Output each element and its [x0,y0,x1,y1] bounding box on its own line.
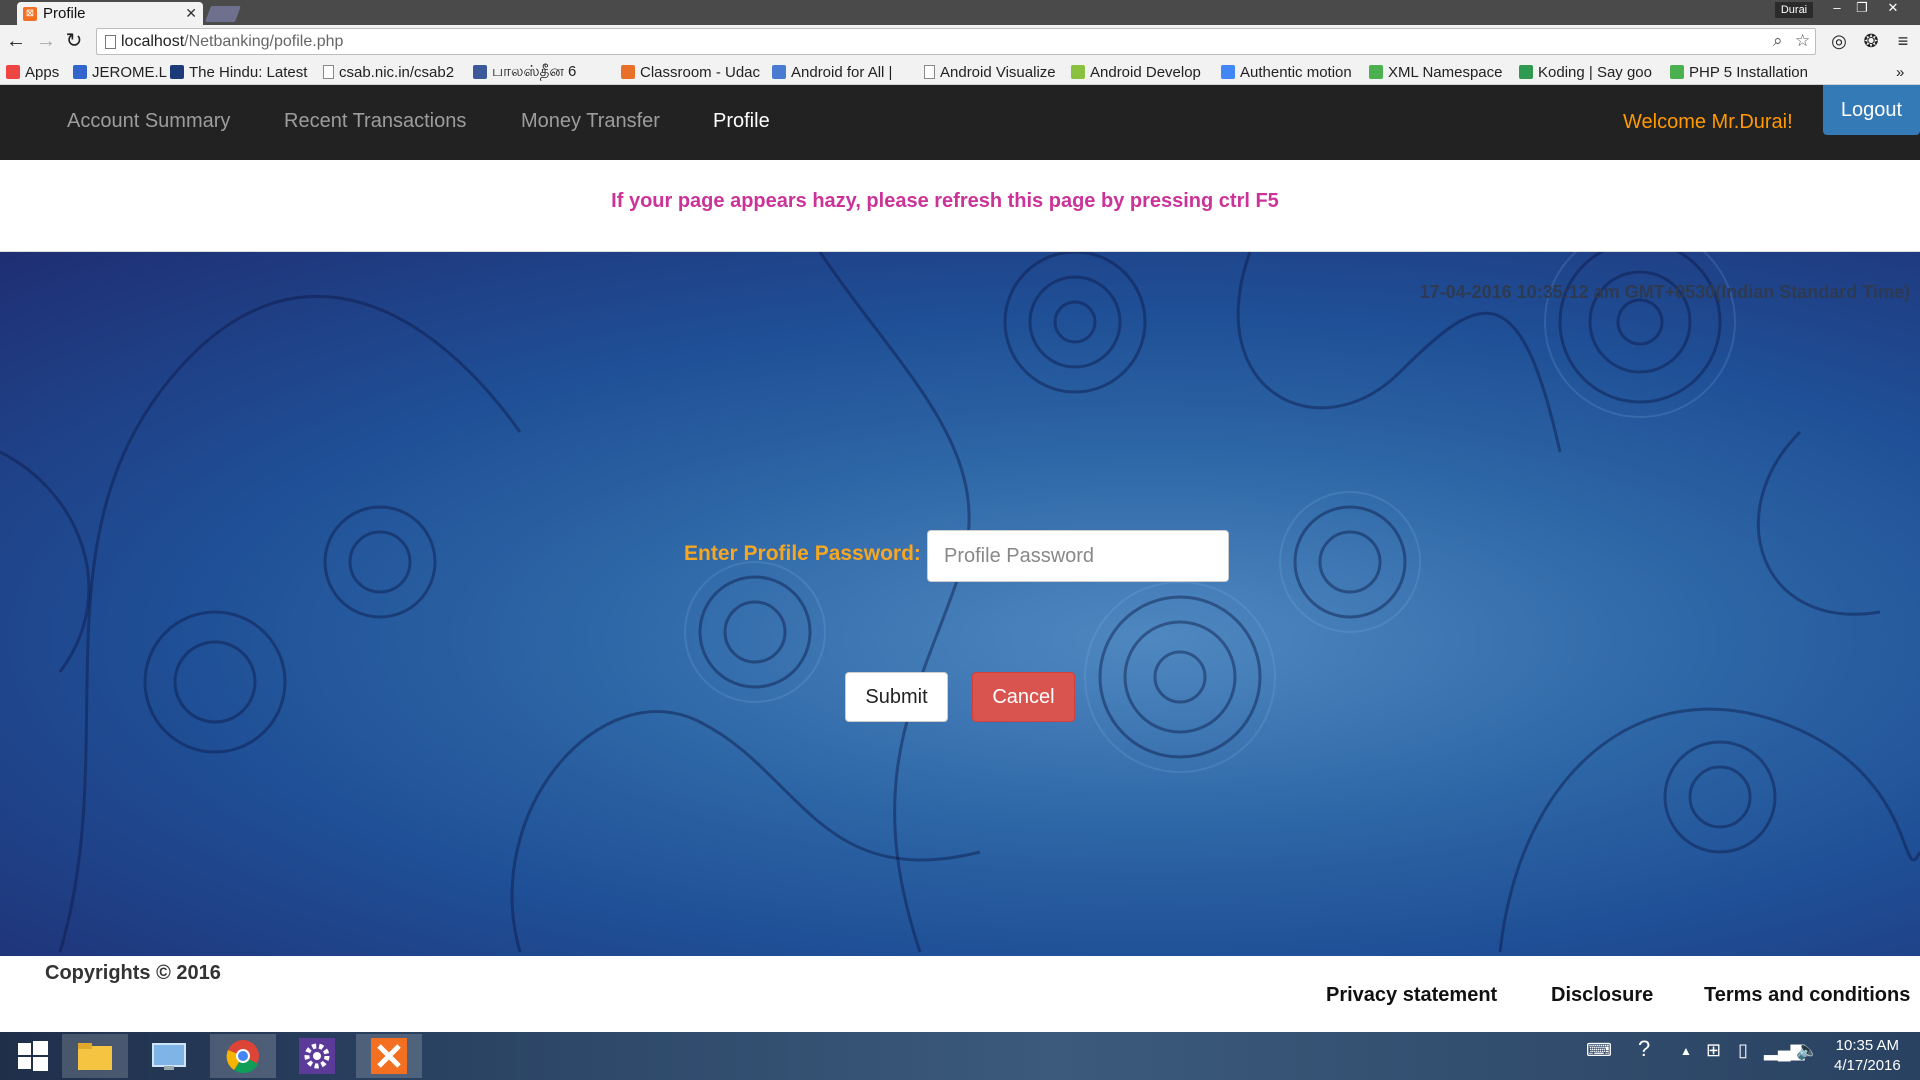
new-tab-button[interactable] [205,6,241,22]
close-window-icon[interactable]: ✕ [1880,0,1906,18]
nav-account-summary[interactable]: Account Summary [67,110,230,133]
android-icon [1071,65,1085,79]
nav-profile[interactable]: Profile [713,110,770,133]
w3schools-icon [1670,65,1684,79]
bookmark-item[interactable]: Android for All | [772,61,892,83]
tab-profile[interactable]: ⊠ Profile ✕ [17,2,203,25]
profile-password-input[interactable] [927,530,1229,582]
udemy-icon [621,65,635,79]
bookmark-item[interactable]: XML Namespace [1369,61,1503,83]
url-text: localhost/Netbanking/pofile.php [121,33,344,50]
bookmark-label: csab.nic.in/csab2 [339,63,455,81]
bookmark-item[interactable]: Android Visualize [924,61,1056,83]
bookmark-item[interactable]: PHP 5 Installation [1670,61,1808,83]
apps-grid-icon [6,65,20,79]
back-icon[interactable]: ← [4,29,28,53]
bookmark-label: Apps [25,63,60,81]
page-icon [105,35,116,49]
settings-gear-icon[interactable] [284,1034,350,1078]
notice-bar: If your page appears hazy, please refres… [0,160,1920,252]
bookmark-label: Android for All | [791,63,893,81]
cancel-button[interactable]: Cancel [972,672,1075,722]
android-for-all-icon [772,65,786,79]
browser-tabstrip: ⊠ Profile ✕ Durai – ❐ ✕ [0,0,1920,25]
file-explorer-icon[interactable] [62,1034,128,1078]
bookmark-item[interactable]: csab.nic.in/csab2 [323,61,454,83]
bookmark-label: XML Namespace [1388,63,1503,81]
bookmark-label: PHP 5 Installation [1689,63,1808,81]
google-icon [1221,65,1235,79]
the-hindu-icon [170,65,184,79]
welcome-text: Welcome Mr.Durai! [1623,111,1793,133]
menu-icon[interactable]: ≡ [1890,28,1916,54]
koding-icon [1519,65,1533,79]
page-icon [73,65,87,79]
server-timestamp: 17-04-2016 10:35:12 am GMT+0530(Indian S… [1419,282,1910,302]
bookmark-label: Authentic motion [1240,63,1352,81]
windows-tray-icon[interactable]: ⊞ [1706,1040,1721,1061]
profile-password-label: Enter Profile Password: [684,542,921,565]
facebook-icon [473,65,487,79]
minimize-icon[interactable]: – [1824,0,1850,18]
forward-icon[interactable]: → [34,29,58,53]
tab-title: Profile [43,5,86,22]
system-clock[interactable]: 10:35 AM 4/17/2016 [1834,1036,1901,1076]
bookmark-label: The Hindu: Latest [189,63,308,81]
keyboard-icon[interactable]: ⌨ [1586,1040,1612,1061]
bookmark-item[interactable]: JEROME.L [73,61,167,83]
nav-money-transfer[interactable]: Money Transfer [521,110,660,133]
copyright-text: Copyrights © 2016 [45,962,221,984]
extension-2-icon[interactable]: ❂ [1858,28,1884,54]
bookmark-item[interactable]: Classroom - Udac [621,61,760,83]
terms-link[interactable]: Terms and conditions [1704,984,1910,1007]
bookmark-label: JEROME.L [92,63,168,81]
disclosure-link[interactable]: Disclosure [1551,984,1653,1007]
bookmarks-bar: Apps JEROME.L The Hindu: Latest csab.nic.in… [0,59,1920,85]
bookmark-label: Android Develop [1090,63,1201,81]
profile-badge[interactable]: Durai [1775,2,1813,18]
bookmark-item[interactable]: பாலஸ்தீன 6 [473,61,576,83]
bookmark-label: Android Visualize [940,63,1056,81]
document-icon [323,65,334,79]
refresh-notice: If your page appears hazy, please refres… [611,190,1279,212]
main-content: 17-04-2016 10:35:12 am GMT+0530(Indian S… [0,252,1920,956]
tray-expand-icon[interactable]: ▲ [1680,1044,1692,1058]
nav-recent-transactions[interactable]: Recent Transactions [284,110,466,133]
chrome-icon[interactable] [210,1034,276,1078]
reload-icon[interactable]: ↻ [62,29,86,53]
site-footer: Copyrights © 2016 Privacy statement Disc… [0,956,1920,1032]
bookmark-item[interactable]: Android Develop [1071,61,1201,83]
windows-start-icon[interactable] [0,1034,66,1078]
bookmark-item[interactable]: Authentic motion [1221,61,1352,83]
close-tab-icon[interactable]: ✕ [185,5,197,22]
privacy-statement-link[interactable]: Privacy statement [1326,984,1497,1007]
bookmark-label: Classroom - Udac [640,63,761,81]
bookmark-item[interactable]: Koding | Say goo [1519,61,1652,83]
document-icon [924,65,935,79]
bookmark-item[interactable]: The Hindu: Latest [170,61,307,83]
paisley-background [0,252,1920,953]
browser-toolbar: ← → ↻ localhost/Netbanking/pofile.php ⌕ … [0,25,1920,59]
zoom-icon[interactable]: ⌕ [1773,31,1783,51]
bookmark-star-icon[interactable]: ☆ [1795,31,1810,51]
address-bar[interactable]: localhost/Netbanking/pofile.php ⌕ ☆ [96,28,1816,55]
bookmarks-overflow-icon[interactable]: » [1896,61,1904,83]
submit-button[interactable]: Submit [845,672,948,722]
device-icon[interactable]: ▯ [1738,1040,1748,1061]
site-navbar: Account Summary Recent Transactions Mone… [0,85,1920,160]
volume-icon[interactable]: 🔈 [1796,1040,1818,1061]
bookmark-label: Koding | Say goo [1538,63,1652,81]
xampp-favicon-icon: ⊠ [23,6,37,21]
logout-button[interactable]: Logout [1823,85,1920,135]
bookmark-label: பாலஸ்தீன 6 [492,62,577,80]
control-panel-icon[interactable] [136,1034,202,1078]
w3-icon [1369,65,1383,79]
bookmark-item[interactable]: Apps [6,61,59,83]
extension-icon[interactable]: ◎ [1826,28,1852,54]
restore-icon[interactable]: ❐ [1849,0,1875,18]
windows-taskbar: ⌨ ? ▲ ⊞ ▯ ▂▄▆ 🔈 10:35 AM 4/17/2016 [0,1032,1920,1080]
help-icon[interactable]: ? [1638,1036,1650,1062]
xampp-icon[interactable] [356,1034,422,1078]
